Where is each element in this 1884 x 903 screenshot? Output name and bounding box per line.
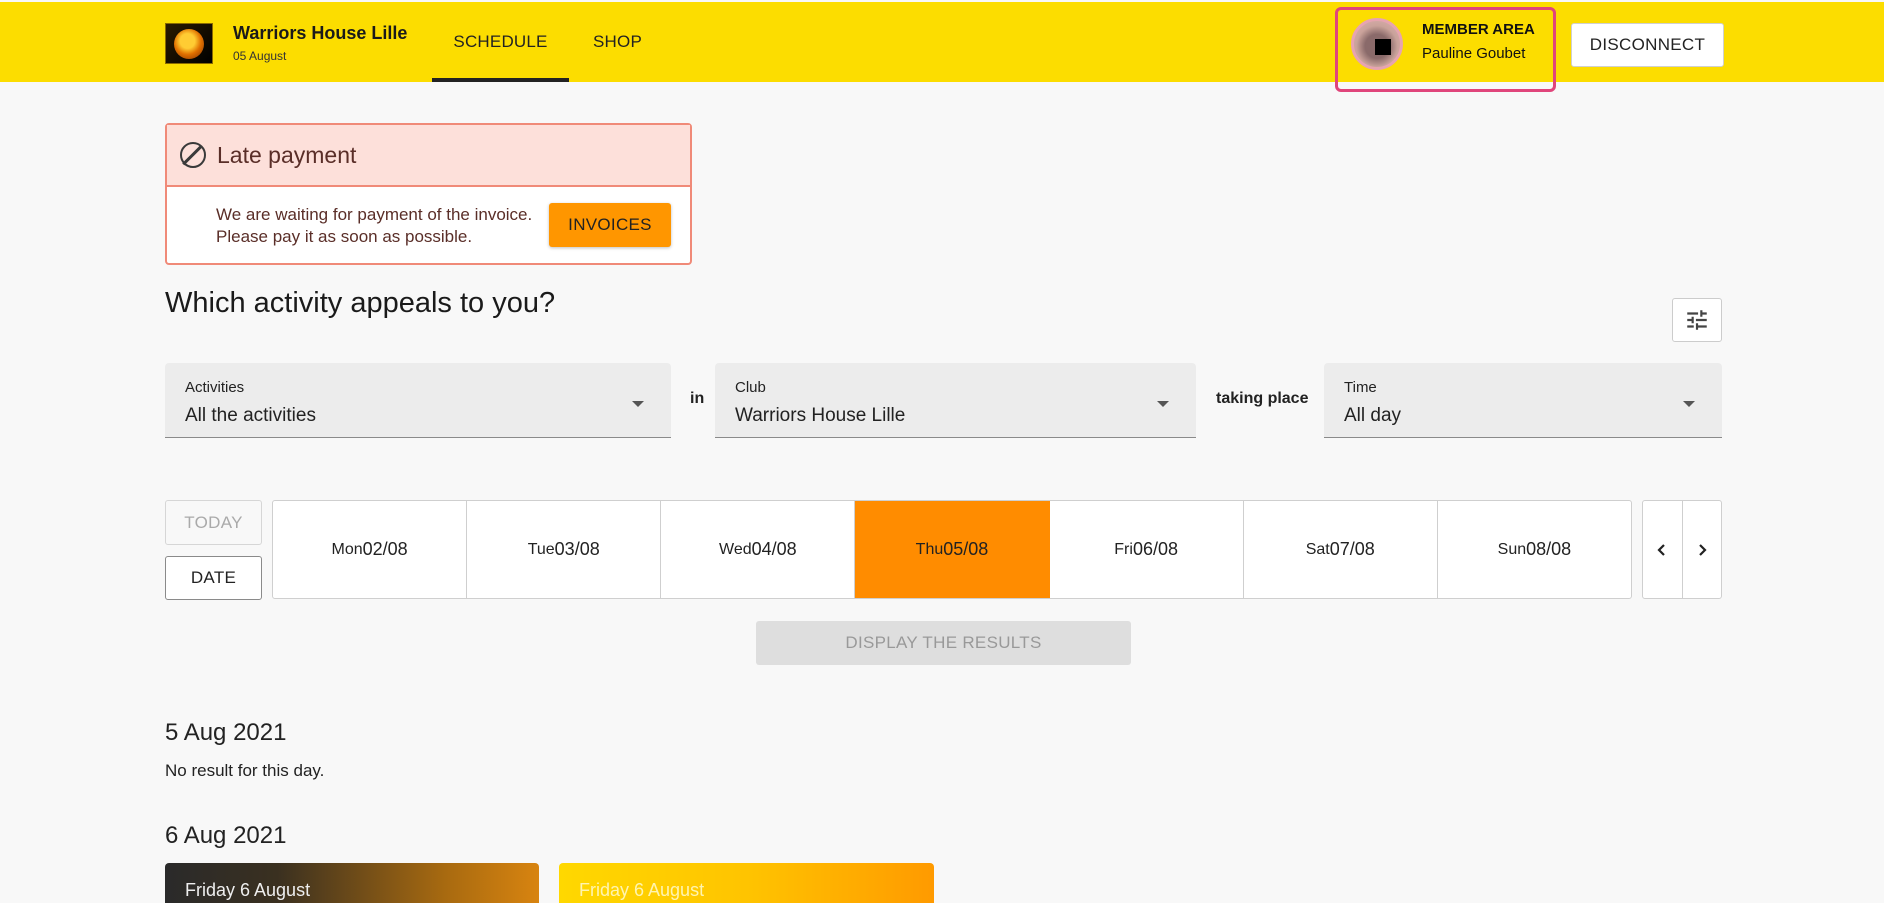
day-tue[interactable]: Tue 03/08 <box>467 501 662 598</box>
connector-in: in <box>690 390 705 407</box>
time-value: All day <box>1344 405 1402 426</box>
filter-settings-button[interactable] <box>1672 298 1722 342</box>
tab-schedule[interactable]: SCHEDULE <box>432 2 569 82</box>
page-title: Which activity appeals to you? <box>165 287 556 319</box>
no-result-text: No result for this day. <box>165 761 325 780</box>
today-button[interactable]: TODAY <box>165 500 262 545</box>
results-day-heading: 5 Aug 2021 <box>165 719 287 746</box>
time-select[interactable]: Time All day <box>1324 363 1722 438</box>
next-week-button[interactable] <box>1683 501 1722 598</box>
lion-icon <box>174 28 204 59</box>
alert-title: Late payment <box>217 141 357 168</box>
activity-card[interactable]: Friday 6 August <box>559 863 934 903</box>
chevron-down-icon <box>1157 401 1169 407</box>
day-fri[interactable]: Fri 06/08 <box>1050 501 1244 598</box>
tab-shop[interactable]: SHOP <box>580 2 655 82</box>
ban-icon <box>180 142 206 168</box>
sliders-icon <box>1687 310 1707 330</box>
activities-value: All the activities <box>185 405 316 426</box>
disconnect-button[interactable]: DISCONNECT <box>1571 23 1724 67</box>
club-name: Warriors House Lille <box>233 23 408 43</box>
day-sun[interactable]: Sun 08/08 <box>1438 501 1631 598</box>
activities-select[interactable]: Activities All the activities <box>165 363 671 438</box>
member-area-highlight <box>1335 7 1556 92</box>
date-picker-button[interactable]: DATE <box>165 556 262 600</box>
chevron-right-icon <box>1698 543 1707 556</box>
top-bar: Warriors House Lille 05 August SCHEDULE … <box>0 2 1884 82</box>
results-day-heading: 6 Aug 2021 <box>165 822 287 849</box>
invoices-button[interactable]: INVOICES <box>549 203 671 247</box>
time-label: Time <box>1344 379 1377 396</box>
day-thu-selected[interactable]: Thu 05/08 <box>855 501 1050 598</box>
previous-week-button[interactable] <box>1643 501 1683 598</box>
day-mon[interactable]: Mon 02/08 <box>273 501 468 598</box>
alert-header: Late payment <box>167 125 690 187</box>
club-select[interactable]: Club Warriors House Lille <box>715 363 1196 438</box>
day-sat[interactable]: Sat 07/08 <box>1244 501 1438 598</box>
alert-message: We are waiting for payment of the invoic… <box>216 205 533 246</box>
day-selector: Mon 02/08 Tue 03/08 Wed 04/08 Thu 05/08 Fri 0… <box>272 500 1632 599</box>
club-logo[interactable] <box>165 23 213 64</box>
club-label: Club <box>735 379 766 396</box>
chevron-down-icon <box>1683 401 1695 407</box>
week-navigation <box>1642 500 1722 599</box>
activity-card[interactable]: Friday 6 August <box>165 863 539 903</box>
club-value: Warriors House Lille <box>735 405 906 426</box>
chevron-down-icon <box>632 401 644 407</box>
late-payment-alert: Late payment We are waiting for payment … <box>165 123 692 265</box>
activities-label: Activities <box>185 379 245 396</box>
connector-taking-place: taking place <box>1216 390 1309 407</box>
day-wed[interactable]: Wed 04/08 <box>661 501 856 598</box>
header-date: 05 August <box>233 49 287 63</box>
chevron-left-icon <box>1657 543 1666 556</box>
display-results-button[interactable]: DISPLAY THE RESULTS <box>756 621 1131 665</box>
